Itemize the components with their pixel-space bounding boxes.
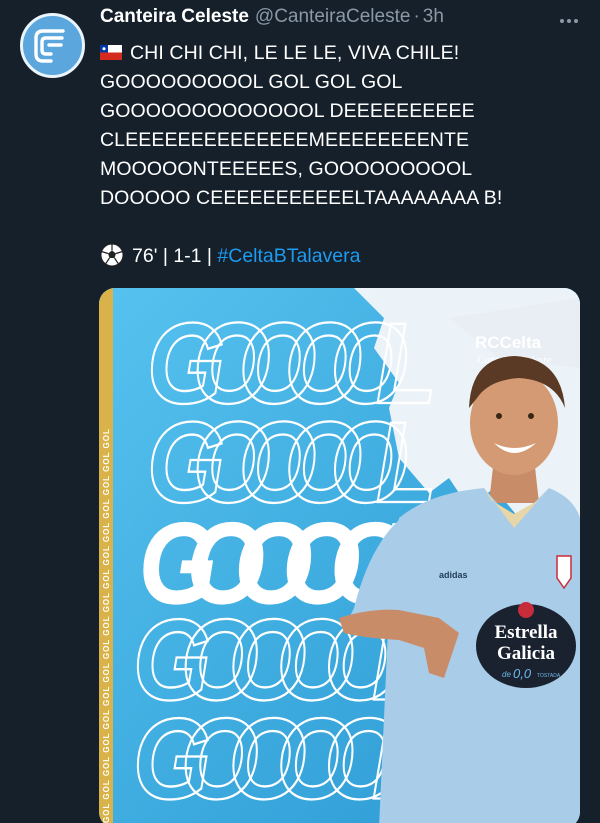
gol-side-strip-text: GOL GOL GOL GOL GOL GOL GOL GOL GOL GOL … xyxy=(102,428,111,823)
tweet-text-line-4: MOOOOONTEEEEES, GOOOOOOOOOL xyxy=(100,158,473,180)
sponsor-line-3: 0,0 xyxy=(513,666,532,681)
tweet-text-line-2: GOOOOOOOOOOOOOL DEEEEEEEEEE xyxy=(100,100,475,122)
brand-logo-text: adidas xyxy=(439,570,468,580)
author-avatar[interactable] xyxy=(20,13,85,78)
tweet-body: Canteira Celeste @CanteiraCeleste · 3h C… xyxy=(100,6,580,271)
club-logo-text: RCCelta xyxy=(475,333,542,352)
sponsor-tag: TOSTADA xyxy=(537,673,561,679)
header-separator: · xyxy=(413,6,420,27)
tweet-text-line-0: CHI CHI CHI, LE LE LE, VIVA CHILE! xyxy=(130,42,460,64)
chile-flag-icon xyxy=(100,45,122,60)
tweet-header: Canteira Celeste @CanteiraCeleste · 3h xyxy=(100,6,580,36)
soccer-ball-icon xyxy=(100,243,124,267)
score-line: 76' | 1-1 | #CeltaBTalavera xyxy=(100,242,580,271)
tweet-text-line-5: DOOOOO CEEEEEEEEEEELTAAAAAAAA B! xyxy=(100,187,503,209)
tweet-text-line: CHI CHI CHI, LE LE LE, VIVA CHILE! xyxy=(100,39,580,68)
tweet-text-line-3: CLEEEEEEEEEEEEEEMEEEEEEEENTE xyxy=(100,129,470,151)
sponsor-line-2: Galicia xyxy=(497,643,556,664)
canteira-logo-icon xyxy=(33,28,65,63)
author-handle[interactable]: @CanteiraCeleste xyxy=(255,6,411,28)
match-score: 76' | 1-1 | xyxy=(132,245,212,267)
more-icon[interactable] xyxy=(558,10,580,32)
hashtag-link[interactable]: #CeltaBTalavera xyxy=(217,245,360,267)
goal-graphic: GOL GOL GOL GOL GOL GOL GOL GOL GOL GOL … xyxy=(99,288,580,823)
sponsor-line-1: Estrella xyxy=(495,622,558,643)
tweet-timestamp[interactable]: 3h xyxy=(423,6,444,28)
tweet-text-line-1: GOOOOOOOOOL GOL GOL GOL xyxy=(100,71,403,93)
author-name[interactable]: Canteira Celeste xyxy=(100,6,249,28)
tweet-text: CHI CHI CHI, LE LE LE, VIVA CHILE! GOOOO… xyxy=(100,39,580,213)
sponsor-small: de xyxy=(502,670,511,679)
tweet-media-image[interactable]: GOL GOL GOL GOL GOL GOL GOL GOL GOL GOL … xyxy=(99,288,580,823)
